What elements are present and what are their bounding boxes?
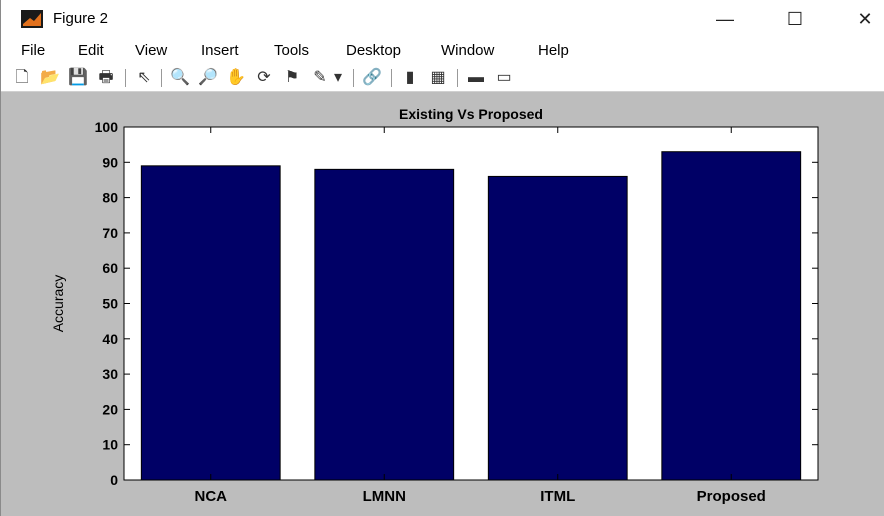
zoom-out-icon[interactable]: 🔎: [197, 67, 219, 89]
brush-icon[interactable]: ✎: [309, 67, 331, 89]
y-tick-label: 60: [102, 260, 118, 276]
toolbar-separator: [125, 69, 126, 87]
menu-file[interactable]: File: [21, 42, 45, 59]
minimize-button[interactable]: —: [705, 6, 745, 32]
close-button[interactable]: ✕: [845, 6, 884, 32]
x-tick-label: ITML: [540, 488, 575, 505]
chart-title: Existing Vs Proposed: [399, 106, 543, 122]
maximize-button[interactable]: ☐: [775, 6, 815, 32]
y-tick-label: 50: [102, 296, 118, 312]
new-figure-icon[interactable]: 🗋: [11, 67, 33, 89]
colorbar-icon[interactable]: ▮: [399, 67, 421, 89]
bar-nca: [140, 165, 281, 481]
x-tick-label: NCA: [195, 488, 228, 505]
bar-lmnn: [314, 168, 455, 481]
y-axis-label: Accuracy: [50, 275, 66, 333]
y-tick-label: 0: [110, 472, 118, 488]
hide-plot-tools-icon[interactable]: ▬: [465, 67, 487, 89]
y-tick-label: 100: [95, 119, 119, 135]
x-tick-label: LMNN: [363, 488, 406, 505]
menu-insert[interactable]: Insert: [201, 42, 239, 59]
menu-window[interactable]: Window: [441, 42, 494, 59]
y-tick-label: 80: [102, 190, 118, 206]
x-tick-label: Proposed: [697, 488, 766, 505]
legend-icon[interactable]: ▦: [427, 67, 449, 89]
menu-edit[interactable]: Edit: [78, 42, 104, 59]
matlab-icon: [21, 10, 43, 28]
menu-view[interactable]: View: [135, 42, 167, 59]
toolbar-separator: [161, 69, 162, 87]
figure-window: Figure 2 — ☐ ✕ File Edit View Insert Too…: [0, 0, 884, 516]
y-tick-label: 90: [102, 154, 118, 170]
data-cursor-icon[interactable]: ⚑: [281, 67, 303, 89]
pointer-icon[interactable]: ⇖: [133, 67, 155, 89]
open-file-icon[interactable]: 📂: [39, 67, 61, 89]
show-plot-tools-icon[interactable]: ▭: [493, 67, 515, 89]
toolbar-separator: [391, 69, 392, 87]
link-plot-icon[interactable]: 🔗: [361, 67, 383, 89]
dropdown-arrow-icon[interactable]: ▾: [331, 67, 345, 89]
toolbar: 🗋 📂 💾 🖶 ⇖ 🔍 🔎 ✋ ⟳ ⚑ ✎ ▾ 🔗 ▮ ▦ ▬ ▭: [1, 64, 884, 92]
y-tick-label: 30: [102, 366, 118, 382]
bar-chart: Existing Vs Proposed 0 10 20 30 40 50 60 70 80 90 1…: [50, 106, 819, 505]
menu-help[interactable]: Help: [538, 42, 569, 59]
title-bar: Figure 2 — ☐ ✕: [1, 0, 884, 38]
y-tick-label: 40: [102, 331, 118, 347]
window-title: Figure 2: [53, 10, 109, 27]
pan-icon[interactable]: ✋: [225, 67, 247, 89]
y-tick-label: 10: [102, 437, 118, 453]
rotate-icon[interactable]: ⟳: [253, 67, 275, 89]
save-icon[interactable]: 💾: [67, 67, 89, 89]
menu-tools[interactable]: Tools: [274, 42, 309, 59]
y-tick-label: 70: [102, 225, 118, 241]
y-tick-label: 20: [102, 401, 118, 417]
toolbar-separator: [457, 69, 458, 87]
zoom-in-icon[interactable]: 🔍: [169, 67, 191, 89]
bar-itml: [487, 175, 628, 481]
bar-proposed: [661, 151, 802, 481]
menu-desktop[interactable]: Desktop: [346, 42, 401, 59]
menu-bar: File Edit View Insert Tools Desktop Wind…: [1, 38, 884, 64]
toolbar-separator: [353, 69, 354, 87]
print-icon[interactable]: 🖶: [95, 67, 117, 89]
